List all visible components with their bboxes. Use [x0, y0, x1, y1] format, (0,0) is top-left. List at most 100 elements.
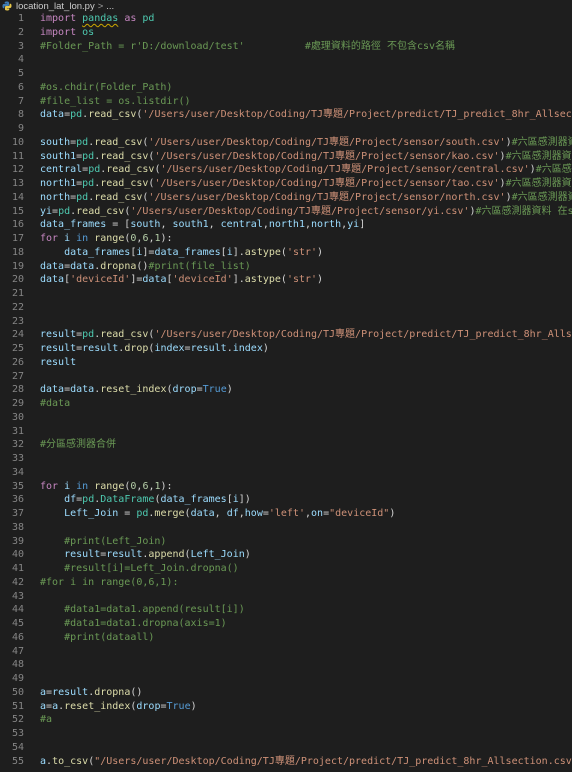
code-text[interactable]: a.to_csv("/Users/user/Desktop/Coding/TJ專… [40, 755, 572, 769]
code-line[interactable]: 23 [0, 315, 572, 329]
code-line[interactable]: 44 #data1=data1.append(result[i]) [0, 603, 572, 617]
breadcrumb-ellipsis[interactable]: ... [106, 1, 114, 12]
code-line[interactable]: 41 #result[i]=Left_Join.dropna() [0, 562, 572, 576]
code-line[interactable]: 6 #os.chdir(Folder_Path) [0, 81, 572, 95]
variable-token: data [40, 260, 65, 272]
code-text[interactable]: data['deviceId']=data['deviceId'].astype… [40, 273, 323, 287]
code-line[interactable]: 17 for i in range(0,6,1): [0, 232, 572, 246]
code-text[interactable]: for i in range(0,6,1): [40, 232, 173, 246]
code-text[interactable]: north=pd.read_csv('/Users/user/Desktop/C… [40, 191, 572, 205]
code-text[interactable]: #for i in range(0,6,1): [40, 576, 178, 590]
code-line[interactable]: 18 data_frames[i]=data_frames[i].astype(… [0, 246, 572, 260]
code-line[interactable]: 29 #data [0, 397, 572, 411]
code-line[interactable]: 49 [0, 672, 572, 686]
code-line[interactable]: 34 [0, 466, 572, 480]
code-line[interactable]: 36 df=pd.DataFrame(data_frames[i]) [0, 493, 572, 507]
code-line[interactable]: 12 central=pd.read_csv('/Users/user/Deskt… [0, 163, 572, 177]
code-line[interactable]: 27 [0, 370, 572, 384]
code-text[interactable]: for i in range(0,6,1): [40, 480, 173, 494]
code-line[interactable]: 32 #分區感測器合併 [0, 438, 572, 452]
code-line[interactable]: 45 #data1=data1.dropna(axis=1) [0, 617, 572, 631]
code-line[interactable]: 31 [0, 425, 572, 439]
code-text[interactable]: df=pd.DataFrame(data_frames[i]) [40, 493, 251, 507]
code-line[interactable]: 5 [0, 67, 572, 81]
code-line[interactable]: 13 north1=pd.read_csv('/Users/user/Deskto… [0, 177, 572, 191]
code-line[interactable]: 48 [0, 658, 572, 672]
code-text[interactable]: north1=pd.read_csv('/Users/user/Desktop/… [40, 177, 572, 191]
code-line[interactable]: 14 north=pd.read_csv('/Users/user/Desktop… [0, 191, 572, 205]
code-text[interactable]: #a [40, 713, 52, 727]
line-number: 38 [11, 521, 24, 533]
code-line[interactable]: 33 [0, 452, 572, 466]
code-text[interactable]: result=result.drop(index=result.index) [40, 342, 269, 356]
code-text[interactable]: a=result.dropna() [40, 686, 142, 700]
code-text[interactable]: #os.chdir(Folder_Path) [40, 81, 172, 95]
code-text[interactable]: #result[i]=Left_Join.dropna() [40, 562, 239, 576]
code-text[interactable]: data_frames[i]=data_frames[i].astype('st… [40, 246, 323, 260]
code-line[interactable]: 53 [0, 727, 572, 741]
code-text[interactable]: data=data.reset_index(drop=True) [40, 383, 233, 397]
code-text[interactable]: south=pd.read_csv('/Users/user/Desktop/C… [40, 136, 572, 150]
code-line[interactable]: 4 [0, 53, 572, 67]
code-text[interactable]: #print(Left_Join) [40, 535, 166, 549]
code-text[interactable]: central=pd.read_csv('/Users/user/Desktop… [40, 163, 572, 177]
code-line[interactable]: 10 south=pd.read_csv('/Users/user/Desktop… [0, 136, 572, 150]
code-line[interactable]: 50 a=result.dropna() [0, 686, 572, 700]
code-text[interactable]: #分區感測器合併 [40, 438, 116, 452]
code-line[interactable]: 16 data_frames = [south, south1, central,… [0, 218, 572, 232]
code-line[interactable]: 19 data=data.dropna()#print(file_list) [0, 260, 572, 274]
code-text[interactable]: import pandas as pd [40, 12, 154, 26]
code-text[interactable]: a=a.reset_index(drop=True) [40, 700, 197, 714]
code-text[interactable]: result [40, 356, 76, 370]
code-line[interactable]: 2 import os [0, 26, 572, 40]
code-line[interactable]: 20 data['deviceId']=data['deviceId'].asty… [0, 273, 572, 287]
code-line[interactable]: 24 result=pd.read_csv('/Users/user/Deskto… [0, 328, 572, 342]
code-text[interactable]: Left_Join = pd.merge(data, df,how='left'… [40, 507, 395, 521]
code-line[interactable]: 43 [0, 590, 572, 604]
code-line[interactable]: 22 [0, 301, 572, 315]
code-text[interactable]: #print(dataall) [40, 631, 154, 645]
code-line[interactable]: 9 [0, 122, 572, 136]
code-text[interactable]: yi=pd.read_csv('/Users/user/Desktop/Codi… [40, 205, 572, 219]
code-text[interactable]: #file_list = os.listdir() [40, 95, 191, 109]
code-text[interactable]: data_frames = [south, south1, central,no… [40, 218, 365, 232]
code-text[interactable]: south1=pd.read_csv('/Users/user/Desktop/… [40, 150, 572, 164]
code-text[interactable]: result=result.append(Left_Join) [40, 548, 251, 562]
code-line[interactable]: 39 #print(Left_Join) [0, 535, 572, 549]
function-token: dropna [94, 686, 131, 698]
code-line[interactable]: 37 Left_Join = pd.merge(data, df,how='le… [0, 507, 572, 521]
code-area[interactable]: 1 import pandas as pd 2 import os 3 #Folder_P… [0, 12, 572, 768]
code-line[interactable]: 38 [0, 521, 572, 535]
code-line[interactable]: 25 result=result.drop(index=result.index) [0, 342, 572, 356]
code-text[interactable]: data=data.dropna()#print(file_list) [40, 260, 251, 274]
code-line[interactable]: 8 data=pd.read_csv('/Users/user/Desktop/C… [0, 108, 572, 122]
breadcrumb-file-name[interactable]: location_lat_lon.py [16, 1, 95, 12]
code-line[interactable]: 7 #file_list = os.listdir() [0, 95, 572, 109]
code-line[interactable]: 3 #Folder_Path = r'D:/download/test' #處理資… [0, 40, 572, 54]
code-line[interactable]: 47 [0, 645, 572, 659]
code-line[interactable]: 26 result [0, 356, 572, 370]
code-editor[interactable]: location_lat_lon.py > ... 1 import pandas… [0, 0, 572, 772]
code-line[interactable]: 42 #for i in range(0,6,1): [0, 576, 572, 590]
code-line[interactable]: 40 result=result.append(Left_Join) [0, 548, 572, 562]
code-line[interactable]: 52 #a [0, 713, 572, 727]
code-text[interactable]: #Folder_Path = r'D:/download/test' #處理資料… [40, 40, 455, 54]
variable-token: south [130, 219, 161, 231]
code-line[interactable]: 11 south1=pd.read_csv('/Users/user/Deskto… [0, 150, 572, 164]
code-text[interactable]: #data [40, 397, 70, 411]
code-line[interactable]: 46 #print(dataall) [0, 631, 572, 645]
code-text[interactable]: data=pd.read_csv('/Users/user/Desktop/Co… [40, 108, 572, 122]
code-line[interactable]: 1 import pandas as pd [0, 12, 572, 26]
code-text[interactable]: result=pd.read_csv('/Users/user/Desktop/… [40, 328, 572, 342]
code-line[interactable]: 30 [0, 411, 572, 425]
code-line[interactable]: 15 yi=pd.read_csv('/Users/user/Desktop/Co… [0, 205, 572, 219]
code-line[interactable]: 21 [0, 287, 572, 301]
code-text[interactable]: #data1=data1.dropna(axis=1) [40, 617, 227, 631]
code-line[interactable]: 51 a=a.reset_index(drop=True) [0, 700, 572, 714]
code-line[interactable]: 28 data=data.reset_index(drop=True) [0, 383, 572, 397]
code-text[interactable]: import os [40, 26, 94, 40]
code-line[interactable]: 55 a.to_csv("/Users/user/Desktop/Coding/T… [0, 755, 572, 769]
code-line[interactable]: 35 for i in range(0,6,1): [0, 480, 572, 494]
code-line[interactable]: 54 [0, 741, 572, 755]
code-text[interactable]: #data1=data1.append(result[i]) [40, 603, 245, 617]
